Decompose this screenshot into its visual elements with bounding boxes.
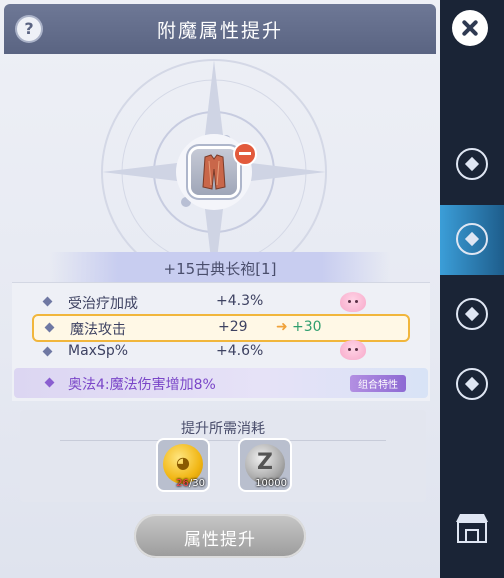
attribute-row: 受治疗加成 +4.3% xyxy=(18,290,430,314)
diamond-icon xyxy=(44,322,55,333)
robe-icon xyxy=(202,154,226,190)
arrow-right-icon: ➜ xyxy=(276,319,288,335)
cost-item-gold[interactable]: ◕ 26/30 xyxy=(158,440,208,490)
remove-icon[interactable] xyxy=(233,142,257,166)
cost-count: 26/30 xyxy=(176,478,205,489)
attribute-row: MaxSp% +4.6% xyxy=(18,340,430,364)
poring-icon xyxy=(340,340,366,360)
cost-section: 提升所需消耗 ◕ 26/30 Z 10000 xyxy=(20,410,426,502)
enchant-panel: ? 附魔属性提升 +15古典长袍[1] 受治疗加成 +4.3% 魔法攻击 +29… xyxy=(0,0,440,578)
attribute-name: 魔法攻击 xyxy=(70,322,126,338)
upgrade-button[interactable]: 属性提升 xyxy=(134,514,306,558)
shop-icon[interactable] xyxy=(452,508,492,548)
side-tab-3[interactable] xyxy=(440,280,504,350)
page-title: 附魔属性提升 xyxy=(156,20,283,42)
cost-count: 10000 xyxy=(255,478,287,489)
enchant-icon xyxy=(456,223,488,255)
side-tab-4[interactable] xyxy=(440,350,504,420)
item-name: +15古典长袍[1] xyxy=(163,260,277,278)
combo-text: 奥法4:魔法伤害增加8% xyxy=(68,377,216,393)
cost-title: 提升所需消耗 xyxy=(181,421,265,437)
diamond-icon xyxy=(42,296,53,307)
attribute-name: MaxSp% xyxy=(68,343,129,359)
divider xyxy=(60,440,386,441)
attribute-row-highlighted: 魔法攻击 +29 ➜ +30 xyxy=(32,314,410,342)
equipment-slot[interactable] xyxy=(191,149,237,195)
attribute-new-value: +30 xyxy=(292,319,322,335)
combo-trait: 奥法4:魔法伤害增加8% 组合特性 xyxy=(14,368,428,398)
recycle-icon xyxy=(456,368,488,400)
cost-item-zeny[interactable]: Z 10000 xyxy=(240,440,290,490)
title-bar: ? 附魔属性提升 xyxy=(4,4,436,54)
diamond-icon xyxy=(42,346,53,357)
item-banner: +15古典长袍[1] xyxy=(50,252,390,282)
attribute-value: +4.3% xyxy=(216,293,264,309)
side-tab-2-active[interactable] xyxy=(440,205,504,275)
attribute-value: +4.6% xyxy=(216,343,264,359)
magic-icon xyxy=(456,148,488,180)
poring-icon xyxy=(340,292,366,312)
upgrade-button-label: 属性提升 xyxy=(184,530,256,550)
close-icon[interactable] xyxy=(452,10,488,46)
side-tab-1[interactable] xyxy=(440,130,504,200)
attribute-name: 受治疗加成 xyxy=(68,296,138,312)
lock-icon xyxy=(456,298,488,330)
attribute-value: +29 xyxy=(218,319,248,335)
diamond-icon xyxy=(44,377,55,388)
combo-tag: 组合特性 xyxy=(350,375,406,392)
